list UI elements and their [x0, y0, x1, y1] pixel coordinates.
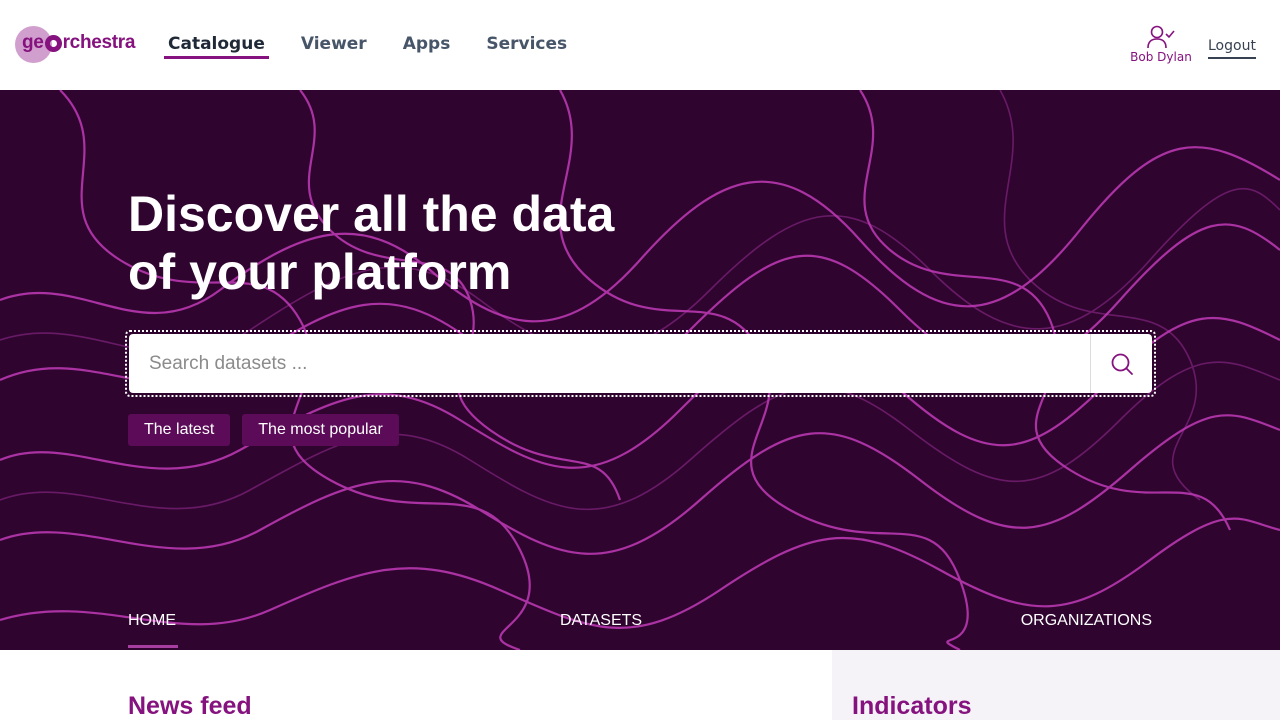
- top-bar: ge rchestra Catalogue Viewer Apps Service…: [0, 0, 1280, 90]
- search-bar: [125, 330, 1156, 397]
- user-name: Bob Dylan: [1130, 50, 1192, 64]
- nav-catalogue[interactable]: Catalogue: [164, 34, 269, 59]
- news-feed-title: News feed: [128, 692, 252, 720]
- tab-organizations[interactable]: ORGANIZATIONS: [1021, 612, 1152, 630]
- nav-services[interactable]: Services: [482, 34, 571, 59]
- user-check-icon: [1147, 25, 1175, 49]
- nav-viewer[interactable]: Viewer: [297, 34, 371, 59]
- nav-apps[interactable]: Apps: [399, 34, 455, 59]
- hero-title: Discover all the data of your platform: [128, 185, 688, 301]
- indicators-title: Indicators: [852, 692, 972, 720]
- hero-title-line-1: Discover all the data: [128, 186, 615, 242]
- logout-link[interactable]: Logout: [1208, 38, 1256, 59]
- quick-filters: The latest The most popular: [128, 414, 411, 446]
- search-input[interactable]: [129, 334, 1090, 393]
- search-icon: [1111, 353, 1133, 375]
- tab-home[interactable]: HOME: [128, 612, 178, 648]
- user-menu[interactable]: Bob Dylan: [1126, 24, 1196, 64]
- main-nav: Catalogue Viewer Apps Services: [164, 34, 599, 59]
- filter-latest-chip[interactable]: The latest: [128, 414, 231, 446]
- filter-most-popular-chip[interactable]: The most popular: [242, 414, 399, 446]
- hero-title-line-2: of your platform: [128, 244, 512, 300]
- search-button[interactable]: [1090, 334, 1152, 393]
- section-tabs: HOME DATASETS ORGANIZATIONS: [128, 612, 1152, 650]
- indicators-section: Indicators: [832, 650, 1280, 720]
- logo-wordmark: ge rchestra: [22, 32, 136, 53]
- search-box: [129, 334, 1152, 393]
- tab-datasets[interactable]: DATASETS: [560, 612, 642, 630]
- georchestra-logo[interactable]: ge rchestra: [15, 26, 145, 66]
- hero-banner: Discover all the data of your platform T…: [0, 90, 1280, 650]
- logo-o-ring: [44, 34, 62, 52]
- news-feed-section: News feed: [0, 650, 832, 720]
